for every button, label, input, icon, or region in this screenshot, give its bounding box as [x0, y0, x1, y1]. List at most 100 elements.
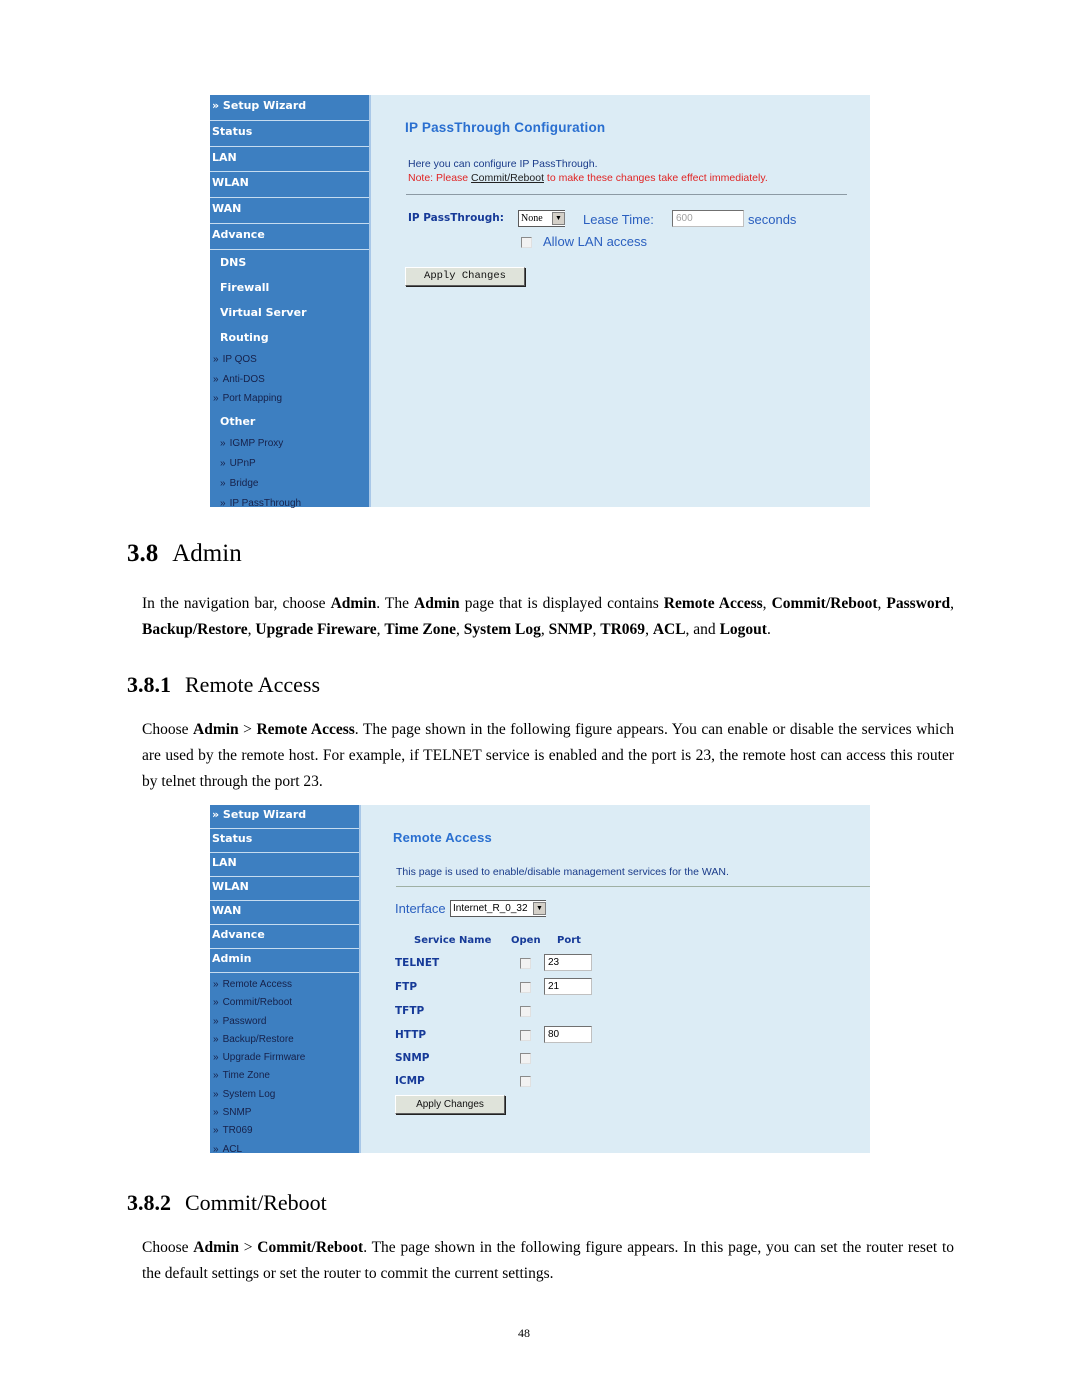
- ip-passthrough-label: IP PassThrough:: [408, 212, 504, 224]
- chevron-right-icon: »: [213, 1070, 219, 1082]
- divider: [396, 886, 870, 887]
- chevron-right-icon: »: [213, 1143, 219, 1155]
- telnet-port-input[interactable]: 23: [544, 954, 592, 971]
- nav-ip-passthrough[interactable]: » IP PassThrough: [210, 494, 369, 514]
- chevron-right-icon: »: [213, 1088, 219, 1100]
- nav-bridge[interactable]: » Bridge: [210, 474, 369, 494]
- lease-time-input[interactable]: 600: [672, 210, 744, 227]
- nav-wan[interactable]: WAN: [210, 901, 359, 925]
- nav-lan[interactable]: LAN: [210, 853, 359, 877]
- nav-acl[interactable]: » ACL: [210, 1141, 359, 1159]
- nav-ip-qos[interactable]: » IP QOS: [210, 350, 369, 370]
- snmp-open-checkbox[interactable]: [520, 1053, 531, 1064]
- chevron-right-icon: »: [213, 1015, 219, 1027]
- navigation-sidebar: » Setup Wizard Status LAN WLAN WAN Advan…: [210, 805, 359, 1155]
- service-snmp: SNMP: [395, 1052, 430, 1064]
- commit-reboot-paragraph: Choose Admin > Commit/Reboot. The page s…: [142, 1239, 955, 1282]
- ip-passthrough-select[interactable]: None ▼: [518, 210, 565, 227]
- column-service-name: Service Name: [414, 935, 492, 946]
- service-http: HTTP: [395, 1029, 427, 1041]
- nav-tr069[interactable]: » TR069: [210, 1122, 359, 1140]
- service-icmp: ICMP: [395, 1075, 425, 1087]
- chevron-right-icon: »: [213, 373, 219, 385]
- remote-access-paragraph: Choose Admin > Remote Access. The page s…: [142, 721, 954, 790]
- nav-system-log[interactable]: » System Log: [210, 1086, 359, 1104]
- chevron-down-icon: ▼: [533, 902, 546, 915]
- section-heading-admin: 3.8 Admin: [127, 540, 242, 567]
- nav-virtual-server[interactable]: Virtual Server: [210, 300, 369, 325]
- chevron-right-icon: »: [220, 438, 226, 450]
- chevron-right-icon: »: [213, 997, 219, 1009]
- admin-paragraph: In the navigation bar, choose Admin. The…: [142, 595, 955, 638]
- commit-reboot-link[interactable]: Commit/Reboot: [471, 172, 544, 184]
- chevron-right-icon: »: [213, 1107, 219, 1119]
- telnet-open-checkbox[interactable]: [520, 958, 531, 969]
- nav-upnp[interactable]: » UPnP: [210, 454, 369, 474]
- lease-time-unit: seconds: [748, 212, 797, 227]
- nav-wlan[interactable]: WLAN: [210, 172, 369, 199]
- page-number: 48: [518, 1326, 530, 1340]
- chevron-right-icon: »: [220, 497, 226, 509]
- nav-other[interactable]: Other: [210, 409, 369, 434]
- nav-status[interactable]: Status: [210, 121, 369, 147]
- page-title: Remote Access: [393, 830, 492, 845]
- nav-setup-wizard[interactable]: » Setup Wizard: [210, 95, 369, 121]
- nav-dns[interactable]: DNS: [210, 250, 369, 275]
- nav-password[interactable]: » Password: [210, 1013, 359, 1031]
- nav-lan[interactable]: LAN: [210, 147, 369, 173]
- nav-advance[interactable]: Advance: [210, 925, 359, 949]
- chevron-down-icon: ▼: [552, 212, 565, 225]
- nav-upgrade-firmware[interactable]: » Upgrade Firmware: [210, 1049, 359, 1067]
- page-description: This page is used to enable/disable mana…: [396, 866, 729, 878]
- service-ftp: FTP: [395, 981, 418, 993]
- nav-remote-access[interactable]: » Remote Access: [210, 976, 359, 994]
- interface-label: Interface: [395, 901, 446, 916]
- apply-changes-button[interactable]: Apply Changes: [405, 267, 525, 286]
- sidebar-divider: [359, 805, 361, 1153]
- column-open: Open: [511, 935, 541, 946]
- nav-backup-restore[interactable]: » Backup/Restore: [210, 1031, 359, 1049]
- nav-routing[interactable]: Routing: [210, 325, 369, 350]
- service-tftp: TFTP: [395, 1005, 425, 1017]
- chevron-right-icon: »: [220, 457, 226, 469]
- nav-setup-wizard[interactable]: » Setup Wizard: [210, 805, 359, 829]
- nav-snmp[interactable]: » SNMP: [210, 1104, 359, 1122]
- navigation-sidebar: » Setup Wizard Status LAN WLAN WAN Advan…: [210, 95, 369, 509]
- ftp-open-checkbox[interactable]: [520, 982, 531, 993]
- ftp-port-input[interactable]: 21: [544, 978, 592, 995]
- interface-select[interactable]: Internet_R_0_32 ▼: [450, 900, 546, 917]
- allow-lan-access-checkbox[interactable]: [521, 237, 532, 248]
- nav-wlan[interactable]: WLAN: [210, 877, 359, 901]
- http-open-checkbox[interactable]: [520, 1030, 531, 1041]
- nav-status[interactable]: Status: [210, 829, 359, 853]
- chevron-right-icon: »: [213, 1033, 219, 1045]
- chevron-right-icon: »: [213, 979, 219, 990]
- lease-time-label: Lease Time:: [583, 212, 654, 227]
- nav-igmp-proxy[interactable]: » IGMP Proxy: [210, 434, 369, 454]
- icmp-open-checkbox[interactable]: [520, 1076, 531, 1087]
- sidebar-divider: [369, 95, 371, 507]
- nav-wan[interactable]: WAN: [210, 198, 369, 224]
- apply-changes-button[interactable]: Apply Changes: [395, 1095, 505, 1114]
- chevron-right-icon: »: [213, 1052, 219, 1064]
- nav-advance[interactable]: Advance: [210, 224, 369, 250]
- page-title: IP PassThrough Configuration: [405, 120, 606, 135]
- chevron-right-icon: »: [213, 353, 219, 365]
- page-description: Here you can configure IP PassThrough.: [408, 158, 598, 170]
- remote-access-screenshot: » Setup Wizard Status LAN WLAN WAN Advan…: [210, 805, 870, 1155]
- chevron-right-icon: »: [213, 1125, 219, 1137]
- nav-firewall[interactable]: Firewall: [210, 275, 369, 300]
- tftp-open-checkbox[interactable]: [520, 1006, 531, 1017]
- nav-time-zone[interactable]: » Time Zone: [210, 1067, 359, 1085]
- section-heading-commit-reboot: 3.8.2 Commit/Reboot: [127, 1190, 327, 1215]
- nav-admin[interactable]: Admin: [210, 949, 359, 973]
- http-port-input[interactable]: 80: [544, 1026, 592, 1043]
- nav-port-mapping[interactable]: » Port Mapping: [210, 389, 369, 409]
- ip-passthrough-screenshot: » Setup Wizard Status LAN WLAN WAN Advan…: [210, 95, 870, 509]
- column-port: Port: [557, 935, 581, 946]
- divider: [406, 194, 847, 195]
- nav-commit-reboot[interactable]: » Commit/Reboot: [210, 994, 359, 1012]
- chevron-right-icon: »: [213, 393, 219, 405]
- nav-anti-dos[interactable]: » Anti-DOS: [210, 370, 369, 390]
- commit-note: Note: Please Commit/Reboot to make these…: [408, 172, 768, 184]
